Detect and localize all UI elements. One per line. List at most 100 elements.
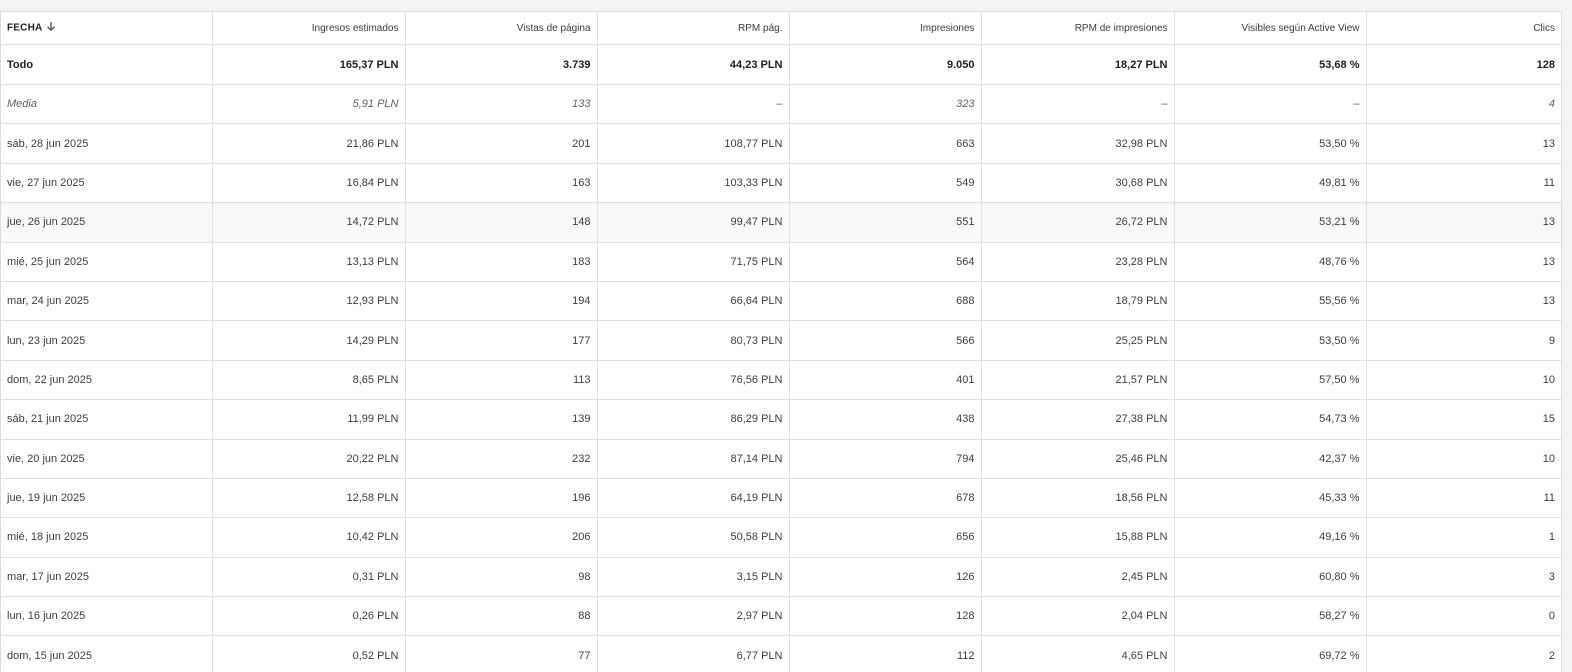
- page-rpm-cell: 103,33 PLN: [597, 163, 790, 204]
- impression-rpm-cell: 27,38 PLN: [981, 399, 1175, 440]
- clicks-cell: 11: [1366, 478, 1561, 519]
- table-row[interactable]: lun, 16 jun 2025 0,26 PLN 88 2,97 PLN 128 2,0…: [1, 596, 1561, 637]
- pageviews-cell: 113: [405, 360, 598, 401]
- date-cell: dom, 22 jun 2025: [1, 360, 213, 401]
- column-header-date[interactable]: FECHA: [1, 12, 213, 45]
- page-rpm-cell: 86,29 PLN: [597, 399, 790, 440]
- average-pageviews: 133: [405, 84, 598, 125]
- date-cell: mié, 18 jun 2025: [1, 517, 213, 558]
- impression-rpm-cell: 30,68 PLN: [981, 163, 1175, 204]
- column-header-pageviews[interactable]: Vistas de página: [405, 12, 598, 45]
- impressions-cell: 128: [789, 596, 982, 637]
- impression-rpm-cell: 2,04 PLN: [981, 596, 1175, 637]
- average-active-view: –: [1174, 84, 1367, 125]
- date-cell: mar, 17 jun 2025: [1, 557, 213, 598]
- impressions-cell: 112: [789, 635, 982, 672]
- column-header-impression-rpm[interactable]: RPM de impresiones: [981, 12, 1175, 45]
- impressions-cell: 549: [789, 163, 982, 204]
- average-row: Media 5,91 PLN 133 – 323 – – 4: [1, 84, 1561, 125]
- active-view-cell: 60,80 %: [1174, 557, 1367, 598]
- pageviews-cell: 232: [405, 439, 598, 479]
- impressions-cell: 794: [789, 439, 982, 479]
- date-cell: lun, 16 jun 2025: [1, 596, 213, 637]
- pageviews-cell: 194: [405, 281, 598, 322]
- page-rpm-cell: 99,47 PLN: [597, 202, 790, 243]
- table-row[interactable]: jue, 26 jun 2025 14,72 PLN 148 99,47 PLN 551…: [1, 202, 1561, 243]
- table-row[interactable]: vie, 20 jun 2025 20,22 PLN 232 87,14 PLN 794…: [1, 439, 1561, 479]
- total-revenue: 165,37 PLN: [212, 44, 406, 85]
- active-view-cell: 57,50 %: [1174, 360, 1367, 401]
- date-cell: sáb, 28 jun 2025: [1, 123, 213, 164]
- column-header-revenue[interactable]: Ingresos estimados: [212, 12, 406, 45]
- active-view-cell: 45,33 %: [1174, 478, 1367, 519]
- revenue-cell: 20,22 PLN: [212, 439, 406, 479]
- column-header-page-rpm[interactable]: RPM pág.: [597, 12, 790, 45]
- impression-rpm-cell: 26,72 PLN: [981, 202, 1175, 243]
- clicks-cell: 15: [1366, 399, 1561, 440]
- page-rpm-cell: 76,56 PLN: [597, 360, 790, 401]
- pageviews-cell: 196: [405, 478, 598, 519]
- column-header-active-view[interactable]: Visibles según Active View: [1174, 12, 1367, 45]
- table-row[interactable]: dom, 15 jun 2025 0,52 PLN 77 6,77 PLN 112 4,6…: [1, 635, 1561, 672]
- clicks-cell: 13: [1366, 242, 1561, 282]
- revenue-cell: 11,99 PLN: [212, 399, 406, 440]
- pageviews-cell: 206: [405, 517, 598, 558]
- table-row[interactable]: vie, 27 jun 2025 16,84 PLN 163 103,33 PLN 54…: [1, 163, 1561, 204]
- page-rpm-cell: 80,73 PLN: [597, 320, 790, 361]
- impressions-cell: 656: [789, 517, 982, 558]
- revenue-cell: 16,84 PLN: [212, 163, 406, 204]
- total-label: Todo: [1, 44, 213, 85]
- impressions-cell: 126: [789, 557, 982, 598]
- impressions-cell: 566: [789, 320, 982, 361]
- page-rpm-cell: 66,64 PLN: [597, 281, 790, 322]
- clicks-cell: 1: [1366, 517, 1561, 558]
- table-row[interactable]: jue, 19 jun 2025 12,58 PLN 196 64,19 PLN 678…: [1, 478, 1561, 519]
- total-impression-rpm: 18,27 PLN: [981, 44, 1175, 85]
- arrow-down-icon[interactable]: [46, 21, 56, 35]
- clicks-cell: 9: [1366, 320, 1561, 361]
- clicks-cell: 13: [1366, 123, 1561, 164]
- revenue-cell: 14,72 PLN: [212, 202, 406, 243]
- average-page-rpm: –: [597, 84, 790, 125]
- table-row[interactable]: mié, 25 jun 2025 13,13 PLN 183 71,75 PLN 564…: [1, 242, 1561, 282]
- impression-rpm-cell: 15,88 PLN: [981, 517, 1175, 558]
- table-row[interactable]: dom, 22 jun 2025 8,65 PLN 113 76,56 PLN 401 2…: [1, 360, 1561, 401]
- revenue-cell: 13,13 PLN: [212, 242, 406, 282]
- total-impressions: 9.050: [789, 44, 982, 85]
- clicks-cell: 2: [1366, 635, 1561, 672]
- column-header-label: FECHA: [7, 22, 43, 34]
- date-cell: mar, 24 jun 2025: [1, 281, 213, 322]
- date-cell: mié, 25 jun 2025: [1, 242, 213, 282]
- total-active-view: 53,68 %: [1174, 44, 1367, 85]
- clicks-cell: 13: [1366, 202, 1561, 243]
- active-view-cell: 53,21 %: [1174, 202, 1367, 243]
- page-rpm-cell: 6,77 PLN: [597, 635, 790, 672]
- average-label: Media: [1, 84, 213, 125]
- total-clicks: 128: [1366, 44, 1561, 85]
- table-row[interactable]: mié, 18 jun 2025 10,42 PLN 206 50,58 PLN 656…: [1, 517, 1561, 558]
- table-row[interactable]: sáb, 28 jun 2025 21,86 PLN 201 108,77 PLN 66…: [1, 123, 1561, 164]
- active-view-cell: 58,27 %: [1174, 596, 1367, 637]
- table-row[interactable]: mar, 17 jun 2025 0,31 PLN 98 3,15 PLN 126 2,4…: [1, 557, 1561, 598]
- header-row: FECHA Ingresos estimados Vistas de págin…: [1, 12, 1561, 45]
- revenue-cell: 8,65 PLN: [212, 360, 406, 401]
- active-view-cell: 49,81 %: [1174, 163, 1367, 204]
- active-view-cell: 53,50 %: [1174, 123, 1367, 164]
- active-view-cell: 49,16 %: [1174, 517, 1367, 558]
- revenue-cell: 12,93 PLN: [212, 281, 406, 322]
- clicks-cell: 10: [1366, 439, 1561, 479]
- active-view-cell: 48,76 %: [1174, 242, 1367, 282]
- column-header-impressions[interactable]: Impresiones: [789, 12, 982, 45]
- revenue-cell: 0,31 PLN: [212, 557, 406, 598]
- table-row[interactable]: lun, 23 jun 2025 14,29 PLN 177 80,73 PLN 566…: [1, 320, 1561, 361]
- pageviews-cell: 163: [405, 163, 598, 204]
- table-row[interactable]: sáb, 21 jun 2025 11,99 PLN 139 86,29 PLN 438…: [1, 399, 1561, 440]
- active-view-cell: 53,50 %: [1174, 320, 1367, 361]
- impression-rpm-cell: 18,56 PLN: [981, 478, 1175, 519]
- clicks-cell: 13: [1366, 281, 1561, 322]
- date-cell: vie, 20 jun 2025: [1, 439, 213, 479]
- column-header-clicks[interactable]: Clics: [1366, 12, 1561, 45]
- pageviews-cell: 148: [405, 202, 598, 243]
- table-row[interactable]: mar, 24 jun 2025 12,93 PLN 194 66,64 PLN 688…: [1, 281, 1561, 322]
- date-cell: jue, 19 jun 2025: [1, 478, 213, 519]
